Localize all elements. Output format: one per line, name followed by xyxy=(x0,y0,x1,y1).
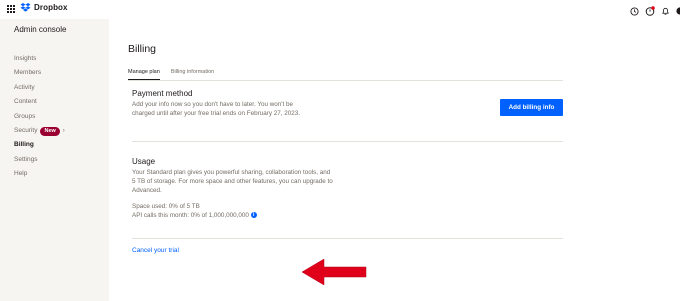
sidebar-item-activity[interactable]: Activity xyxy=(14,81,65,95)
add-billing-info-button[interactable]: Add billing info xyxy=(500,99,563,116)
new-badge: New xyxy=(40,126,60,136)
top-bar: Dropbox xyxy=(0,0,680,19)
sidebar-item-label: Content xyxy=(14,98,37,106)
api-calls-row: API calls this month: 0% of 1,000,000,00… xyxy=(132,211,257,220)
sidebar-item-label: Members xyxy=(14,69,42,77)
payment-method-title: Payment method xyxy=(132,89,193,98)
tab-manage-plan[interactable]: Manage plan xyxy=(128,69,160,80)
tabs-divider xyxy=(128,80,563,81)
dropbox-logo-icon xyxy=(20,3,31,12)
sidebar-item-settings[interactable]: Settings xyxy=(14,153,65,167)
sidebar-item-label: Billing xyxy=(14,141,34,149)
usage-title: Usage xyxy=(132,157,156,166)
sidebar-item-label: Settings xyxy=(14,155,38,163)
usage-description-line3: Advanced. xyxy=(132,187,162,194)
app-name: Dropbox xyxy=(34,3,68,12)
sidebar-item-label: Security xyxy=(14,126,38,134)
usage-description-line1: Your Standard plan gives you powerful sh… xyxy=(132,169,331,176)
apps-grid-icon[interactable] xyxy=(7,5,15,13)
sidebar-item-members[interactable]: Members xyxy=(14,66,65,80)
space-used: Space used: 0% of 5 TB xyxy=(132,203,200,210)
sidebar-item-label: Activity xyxy=(14,83,35,91)
sidebar-item-groups[interactable]: Groups xyxy=(14,110,65,124)
api-calls: API calls this month: 0% of 1,000,000,00… xyxy=(132,212,249,219)
sidebar-item-security[interactable]: Security New › xyxy=(14,124,65,138)
sidebar-item-label: Help xyxy=(14,170,28,178)
cancel-trial-link[interactable]: Cancel your trial xyxy=(132,247,179,254)
sidebar-item-content[interactable]: Content xyxy=(14,95,65,109)
page-title: Billing xyxy=(128,43,157,55)
sidebar: Admin console Insights Members Activity … xyxy=(0,19,109,301)
tab-billing-information[interactable]: Billing information xyxy=(171,69,214,80)
sidebar-item-help[interactable]: Help xyxy=(14,167,65,181)
usage-description-line2: 5 TB of storage. For more space and othe… xyxy=(132,178,333,185)
info-icon[interactable]: i xyxy=(250,212,257,219)
sidebar-item-insights[interactable]: Insights xyxy=(14,52,65,66)
payment-method-line1: Add your info now so you don't have to l… xyxy=(132,101,293,108)
dropbox-logo[interactable]: Dropbox xyxy=(20,3,68,12)
section-divider xyxy=(132,238,563,239)
sidebar-nav: Insights Members Activity Content Groups… xyxy=(14,52,65,182)
sidebar-item-label: Insights xyxy=(14,55,37,62)
sidebar-item-billing[interactable]: Billing xyxy=(14,138,65,152)
tab-bar: Manage plan Billing information xyxy=(128,69,214,80)
chevron-right-icon: › xyxy=(62,127,65,134)
main-content: Billing Manage plan Billing information … xyxy=(109,19,680,301)
sidebar-title: Admin console xyxy=(14,25,67,34)
payment-method-line2: charged until after your free trial ends… xyxy=(132,110,301,117)
sidebar-item-label: Groups xyxy=(14,112,36,120)
red-arrow-annotation-icon xyxy=(302,259,367,285)
section-divider xyxy=(132,141,563,142)
